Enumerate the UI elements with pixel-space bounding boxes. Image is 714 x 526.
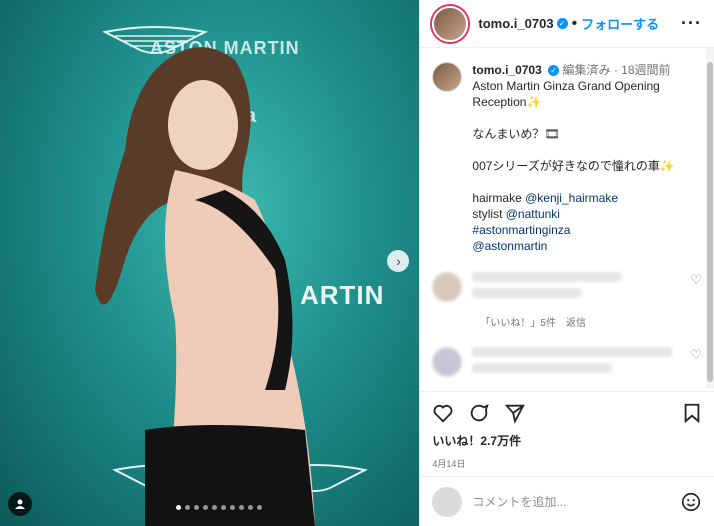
comment-like-icon[interactable]: ♡ <box>690 272 702 288</box>
carousel-dot <box>185 505 190 510</box>
comment-meta[interactable]: 「いいね！」5件 返信 <box>480 314 702 329</box>
action-bar: いいね！2.7万件 4月14日 <box>420 391 714 476</box>
hashtag-link[interactable]: #astonmartinginza <box>472 222 702 238</box>
carousel-dots <box>176 505 262 510</box>
tag-user-icon <box>15 499 25 509</box>
post-header: tomo.i_0703 ✓ • フォローする ··· <box>420 0 714 48</box>
share-icon[interactable] <box>504 402 526 424</box>
carousel-dot <box>257 505 262 510</box>
separator-dot: • <box>571 14 578 32</box>
stylist-label: stylist <box>472 207 503 221</box>
mention-link[interactable]: @astonmartin <box>472 238 702 254</box>
edited-label: 編集済み <box>562 63 611 77</box>
emoji-icon[interactable] <box>680 491 702 513</box>
comment-input[interactable]: コメントを追加... <box>472 493 566 510</box>
post-viewer: ASTON MARTIN a ARTIN › tomo.i_0703 ✓ • フ… <box>0 0 714 526</box>
post-side-panel: tomo.i_0703 ✓ • フォローする ··· tomo.i_0703 ✓… <box>419 0 714 526</box>
caption-avatar[interactable] <box>432 62 463 92</box>
post-age: 18週間前 <box>621 63 671 77</box>
tag-user-button[interactable] <box>8 492 32 516</box>
caption-line-1: Aston Martin Ginza Grand Opening Recepti… <box>472 79 660 109</box>
verified-icon: ✓ <box>556 18 568 29</box>
hairmake-link[interactable]: @kenji_hairmake <box>525 191 618 205</box>
verified-icon: ✓ <box>548 65 560 77</box>
carousel-dot <box>221 505 226 510</box>
post-date: 4月14日 <box>432 459 466 469</box>
carousel-dot <box>176 505 181 510</box>
carousel-dot <box>212 505 217 510</box>
save-icon[interactable] <box>682 402 702 424</box>
next-photo-button[interactable]: › <box>387 250 410 272</box>
author-avatar[interactable] <box>432 5 469 42</box>
post-photo[interactable]: ASTON MARTIN a ARTIN › <box>0 0 420 526</box>
comment-like-icon[interactable]: ♡ <box>690 347 702 363</box>
caption-line-3: 007シリーズが好きなので憧れの車✨ <box>472 159 675 173</box>
scrollbar[interactable] <box>706 48 714 388</box>
caption-line-2: なんまいめ？🎞 <box>472 127 560 141</box>
caption-username[interactable]: tomo.i_0703 <box>472 63 541 77</box>
stylist-link[interactable]: @nattunki <box>506 207 560 221</box>
comment-avatar[interactable] <box>432 272 463 302</box>
carousel-dot <box>248 505 253 510</box>
carousel-dot <box>230 505 235 510</box>
add-comment-bar: コメントを追加... <box>420 476 714 526</box>
follow-button[interactable]: フォローする <box>581 14 659 33</box>
carousel-dot <box>194 505 199 510</box>
comment-icon[interactable] <box>468 402 490 424</box>
carousel-dot <box>239 505 244 510</box>
author-username[interactable]: tomo.i_0703 <box>478 16 553 31</box>
viewer-avatar <box>432 486 463 517</box>
caption-block: tomo.i_0703 ✓ 編集済み · 18週間前 Aston Martin … <box>432 62 702 254</box>
comment-item: ♡ <box>432 272 702 304</box>
more-icon[interactable]: ··· <box>681 13 702 34</box>
likes-count[interactable]: いいね！2.7万件 <box>432 432 702 449</box>
comments-scroll-area[interactable]: tomo.i_0703 ✓ 編集済み · 18週間前 Aston Martin … <box>420 48 714 391</box>
comment-avatar[interactable] <box>432 347 463 377</box>
next-arrow-icon: › <box>396 253 401 269</box>
heart-icon[interactable] <box>432 402 454 424</box>
carousel-dot <box>203 505 208 510</box>
hairmake-label: hairmake <box>472 191 522 205</box>
person-figure <box>95 47 315 526</box>
comment-item: ♡ <box>432 347 702 379</box>
